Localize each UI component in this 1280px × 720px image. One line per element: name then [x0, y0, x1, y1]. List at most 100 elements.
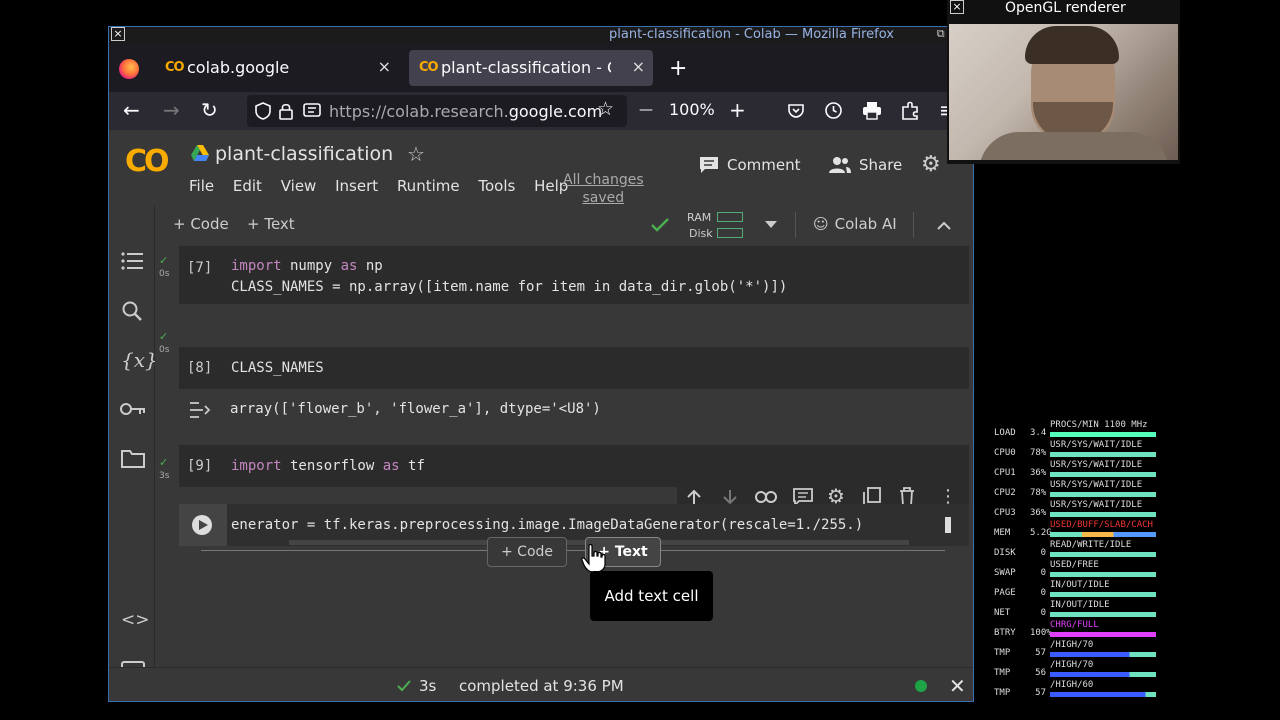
save-status[interactable]: All changes saved — [563, 171, 644, 207]
star-icon[interactable]: ☆ — [407, 142, 425, 166]
monitor-row: CPU0 78% USR/SYS/WAIT/IDLE — [990, 440, 1170, 460]
back-icon[interactable]: ← — [123, 98, 140, 122]
webcam-window: × OpenGL renderer — [947, 0, 1180, 164]
monitor-row: CPU3 36% USR/SYS/WAIT/IDLE — [990, 500, 1170, 520]
monitor-row: NET 0 IN/OUT/IDLE — [990, 600, 1170, 620]
runtime-dropdown-icon[interactable] — [765, 221, 777, 229]
monitor-label: TMP — [994, 648, 1011, 658]
monitor-label: MEM — [994, 528, 1011, 538]
monitor-value: 0 — [1040, 588, 1046, 598]
cell-execution-count: [8] — [187, 360, 213, 376]
code-cell[interactable]: [7] import numpy as np CLASS_NAMES = np.… — [179, 246, 969, 304]
tab-close-icon[interactable]: × — [378, 57, 391, 76]
monitor-value: 100% — [1030, 628, 1052, 638]
forward-icon[interactable]: → — [163, 98, 180, 122]
menu-edit[interactable]: Edit — [233, 177, 262, 195]
folder-icon[interactable] — [121, 450, 145, 468]
zoom-level[interactable]: 100% — [669, 100, 715, 119]
monitor-label: TMP — [994, 668, 1011, 678]
variables-icon[interactable]: {x} — [121, 348, 158, 372]
active-code-cell[interactable]: enerator = tf.keras.preprocessing.image.… — [179, 504, 969, 546]
menu-view[interactable]: View — [281, 177, 317, 195]
output-actions-icon[interactable] — [189, 401, 213, 419]
scrollbar-thumb[interactable] — [945, 517, 951, 533]
bookmark-star-icon[interactable]: ☆ — [597, 98, 614, 120]
save-status-line2: saved — [582, 190, 625, 206]
monitor-label: CPU2 — [994, 488, 1016, 498]
comment-button[interactable]: Comment — [699, 156, 801, 174]
url-text: https://colab.research.google.com — [329, 102, 602, 121]
monitor-header: IN/OUT/IDLE — [1050, 580, 1110, 590]
tab-close-icon[interactable]: × — [632, 57, 645, 76]
webcam-close-icon[interactable]: × — [950, 0, 964, 14]
window-close-icon[interactable]: × — [111, 27, 125, 41]
extensions-icon[interactable] — [901, 101, 920, 120]
menu-runtime[interactable]: Runtime — [397, 177, 460, 195]
colab-ai-label: Colab AI — [834, 215, 897, 233]
url-bar[interactable]: https://colab.research.google.com — [247, 95, 627, 127]
webcam-titlebar: × OpenGL renderer — [947, 0, 1180, 17]
tab-plant-classification[interactable]: CO plant-classification - Colab × — [409, 50, 653, 86]
colab-ai-button[interactable]: ☺ Colab AI — [813, 215, 897, 233]
menu-insert[interactable]: Insert — [335, 177, 378, 195]
zoom-in-button[interactable]: + — [729, 98, 746, 122]
code-snippets-icon[interactable]: <> — [121, 610, 150, 630]
print-icon[interactable] — [862, 101, 882, 120]
monitor-value: 57 — [1035, 688, 1046, 698]
url-prefix: https://colab.research. — [329, 102, 509, 121]
table-of-contents-icon[interactable] — [121, 252, 143, 270]
disk-label: Disk — [689, 227, 713, 240]
reload-icon[interactable]: ↻ — [201, 98, 218, 122]
share-button[interactable]: Share — [829, 156, 902, 174]
firefox-icon[interactable] — [119, 59, 139, 79]
monitor-value: 78% — [1030, 448, 1047, 458]
monitor-value: 5.2G — [1030, 528, 1052, 538]
history-icon[interactable] — [824, 101, 843, 120]
move-down-icon[interactable] — [723, 489, 737, 505]
settings-gear-icon[interactable]: ⚙ — [921, 152, 941, 177]
colab-logo[interactable]: CO — [125, 144, 169, 179]
link-icon[interactable] — [755, 491, 777, 503]
ram-meter[interactable] — [717, 212, 743, 222]
lock-icon[interactable] — [279, 102, 293, 120]
add-code-button[interactable]: + Code — [173, 215, 229, 233]
monitor-header: PROCS/MIN 1100 MHz — [1050, 420, 1148, 430]
colab-ai-icon: ☺ — [813, 215, 829, 233]
monitor-bar — [1050, 472, 1156, 477]
tab-colab-google[interactable]: CO colab.google × — [155, 50, 399, 86]
disk-meter[interactable] — [717, 228, 743, 238]
colab-favicon-icon: CO — [419, 60, 439, 75]
status-message[interactable]: completed at 9:36 PM — [459, 677, 624, 695]
code-line: CLASS_NAMES — [231, 360, 324, 376]
monitor-bar — [1050, 532, 1156, 537]
code-cell[interactable]: [8] CLASS_NAMES — [179, 347, 969, 389]
menu-file[interactable]: File — [189, 177, 214, 195]
keyword: as — [382, 458, 400, 474]
shield-icon[interactable] — [255, 102, 271, 120]
monitor-value: 0 — [1040, 548, 1046, 558]
menu-tools[interactable]: Tools — [478, 177, 515, 195]
collapse-chevron-icon[interactable] — [937, 221, 951, 230]
new-tab-button[interactable]: + — [669, 56, 687, 81]
window-title: plant-classification - Colab — Mozilla F… — [609, 27, 894, 42]
pocket-icon[interactable] — [787, 102, 805, 120]
add-text-button[interactable]: + Text — [247, 215, 295, 233]
insert-code-button[interactable]: + Code — [487, 537, 567, 567]
cell-execution-count: [7] — [187, 260, 213, 276]
run-cell-button[interactable] — [191, 514, 213, 536]
notebook-title[interactable]: plant-classification — [215, 143, 393, 165]
move-up-icon[interactable] — [687, 489, 701, 505]
cell-output: array(['flower_b', 'flower_a'], dtype='<… — [230, 401, 601, 417]
monitor-bar — [1050, 512, 1156, 517]
page-info-icon[interactable] — [303, 103, 321, 119]
menu-bar: File Edit View Insert Runtime Tools Help — [189, 177, 582, 195]
search-icon[interactable] — [121, 300, 143, 322]
monitor-label: DISK — [994, 548, 1016, 558]
secrets-key-icon[interactable] — [120, 402, 146, 416]
monitor-row: SWAP 0 USED/FREE — [990, 560, 1170, 580]
connection-status-dot[interactable] — [915, 680, 927, 692]
close-status-icon[interactable]: ✕ — [949, 674, 966, 698]
zoom-out-button[interactable]: — — [639, 102, 653, 118]
monitor-row: TMP 57/HIGH/70 — [990, 640, 1170, 660]
monitor-label: NET — [994, 608, 1011, 618]
